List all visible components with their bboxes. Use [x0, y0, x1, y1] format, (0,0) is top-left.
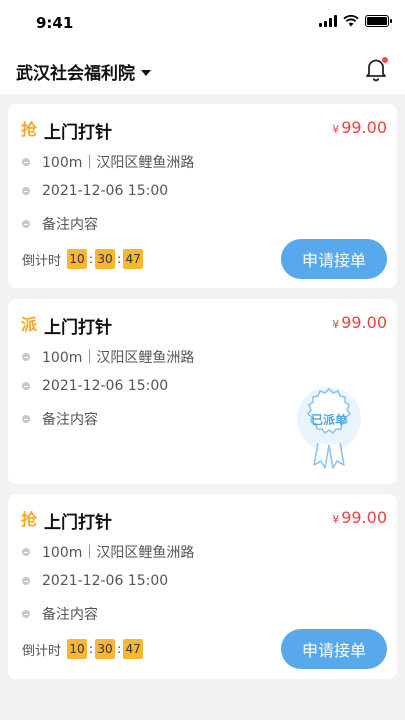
- badge-ribbon-icon: [297, 387, 361, 469]
- countdown-label: 倒计时: [22, 643, 62, 659]
- location-row: 100m｜汉阳区鲤鱼洲路: [22, 152, 194, 172]
- apply-order-button[interactable]: 申请接单: [281, 629, 387, 669]
- order-card[interactable]: 派 上门打针 ¥99.00 100m｜汉阳区鲤鱼洲路 2021-12-06 15…: [8, 299, 397, 484]
- grab-order-icon: 抢: [20, 510, 37, 529]
- dispatched-stamp: 已派单: [296, 385, 370, 477]
- note-row: 备注内容: [22, 214, 98, 234]
- status-bar: 9:41: [0, 0, 405, 46]
- time-text: 2021-12-06 15:00: [42, 378, 169, 394]
- order-price: ¥99.00: [332, 313, 387, 332]
- price-value: 99.00: [341, 508, 387, 527]
- location-icon: [22, 158, 30, 166]
- location-icon: [22, 353, 30, 361]
- apply-order-button[interactable]: 申请接单: [281, 239, 387, 279]
- status-time: 9:41: [36, 14, 74, 32]
- location-row: 100m｜汉阳区鲤鱼洲路: [22, 542, 194, 562]
- location-row: 100m｜汉阳区鲤鱼洲路: [22, 347, 194, 367]
- order-price: ¥99.00: [332, 118, 387, 137]
- notification-button[interactable]: [363, 56, 389, 82]
- signal-icon: [319, 15, 337, 27]
- countdown: 倒计时 10:30:47: [22, 639, 144, 659]
- header: 武汉社会福利院: [0, 46, 405, 94]
- note-icon: [22, 610, 30, 618]
- clock-icon: [22, 577, 30, 585]
- caret-down-icon: [141, 69, 151, 76]
- countdown-minutes: 30: [95, 639, 116, 659]
- note-text: 备注内容: [42, 217, 98, 233]
- time-row: 2021-12-06 15:00: [22, 183, 168, 199]
- time-row: 2021-12-06 15:00: [22, 378, 168, 394]
- location-text: 100m｜汉阳区鲤鱼洲路: [42, 155, 195, 171]
- wifi-icon: [343, 15, 359, 27]
- price-value: 99.00: [341, 313, 387, 332]
- order-title: 上门打针: [44, 318, 112, 338]
- location-text: 100m｜汉阳区鲤鱼洲路: [42, 545, 195, 561]
- battery-icon: [365, 15, 392, 27]
- stamp-label: 已派单: [310, 413, 347, 427]
- currency-symbol: ¥: [332, 123, 340, 136]
- note-row: 备注内容: [22, 409, 98, 429]
- status-icons: [319, 15, 392, 27]
- countdown-minutes: 30: [95, 249, 116, 269]
- order-title: 上门打针: [44, 513, 112, 533]
- order-card[interactable]: 抢 上门打针 ¥99.00 100m｜汉阳区鲤鱼洲路 2021-12-06 15…: [8, 494, 397, 679]
- location-icon: [22, 548, 30, 556]
- note-text: 备注内容: [42, 412, 98, 428]
- location-text: 100m｜汉阳区鲤鱼洲路: [42, 350, 195, 366]
- time-text: 2021-12-06 15:00: [42, 573, 169, 589]
- countdown: 倒计时 10:30:47: [22, 249, 144, 269]
- order-title: 上门打针: [44, 123, 112, 143]
- org-selector[interactable]: 武汉社会福利院: [16, 59, 151, 84]
- order-price: ¥99.00: [332, 508, 387, 527]
- note-icon: [22, 220, 30, 228]
- note-text: 备注内容: [42, 607, 98, 623]
- countdown-seconds: 47: [123, 639, 144, 659]
- countdown-seconds: 47: [123, 249, 144, 269]
- clock-icon: [22, 382, 30, 390]
- currency-symbol: ¥: [332, 513, 340, 526]
- note-row: 备注内容: [22, 604, 98, 624]
- dispatch-order-icon: 派: [20, 315, 37, 334]
- notification-badge-dot: [381, 56, 389, 64]
- currency-symbol: ¥: [332, 318, 340, 331]
- org-name: 武汉社会福利院: [16, 64, 135, 84]
- clock-icon: [22, 187, 30, 195]
- price-value: 99.00: [341, 118, 387, 137]
- order-card[interactable]: 抢 上门打针 ¥99.00 100m｜汉阳区鲤鱼洲路 2021-12-06 15…: [8, 104, 397, 288]
- grab-order-icon: 抢: [20, 120, 37, 139]
- time-row: 2021-12-06 15:00: [22, 573, 168, 589]
- time-text: 2021-12-06 15:00: [42, 183, 169, 199]
- countdown-label: 倒计时: [22, 253, 62, 269]
- note-icon: [22, 415, 30, 423]
- countdown-hours: 10: [67, 249, 88, 269]
- countdown-hours: 10: [67, 639, 88, 659]
